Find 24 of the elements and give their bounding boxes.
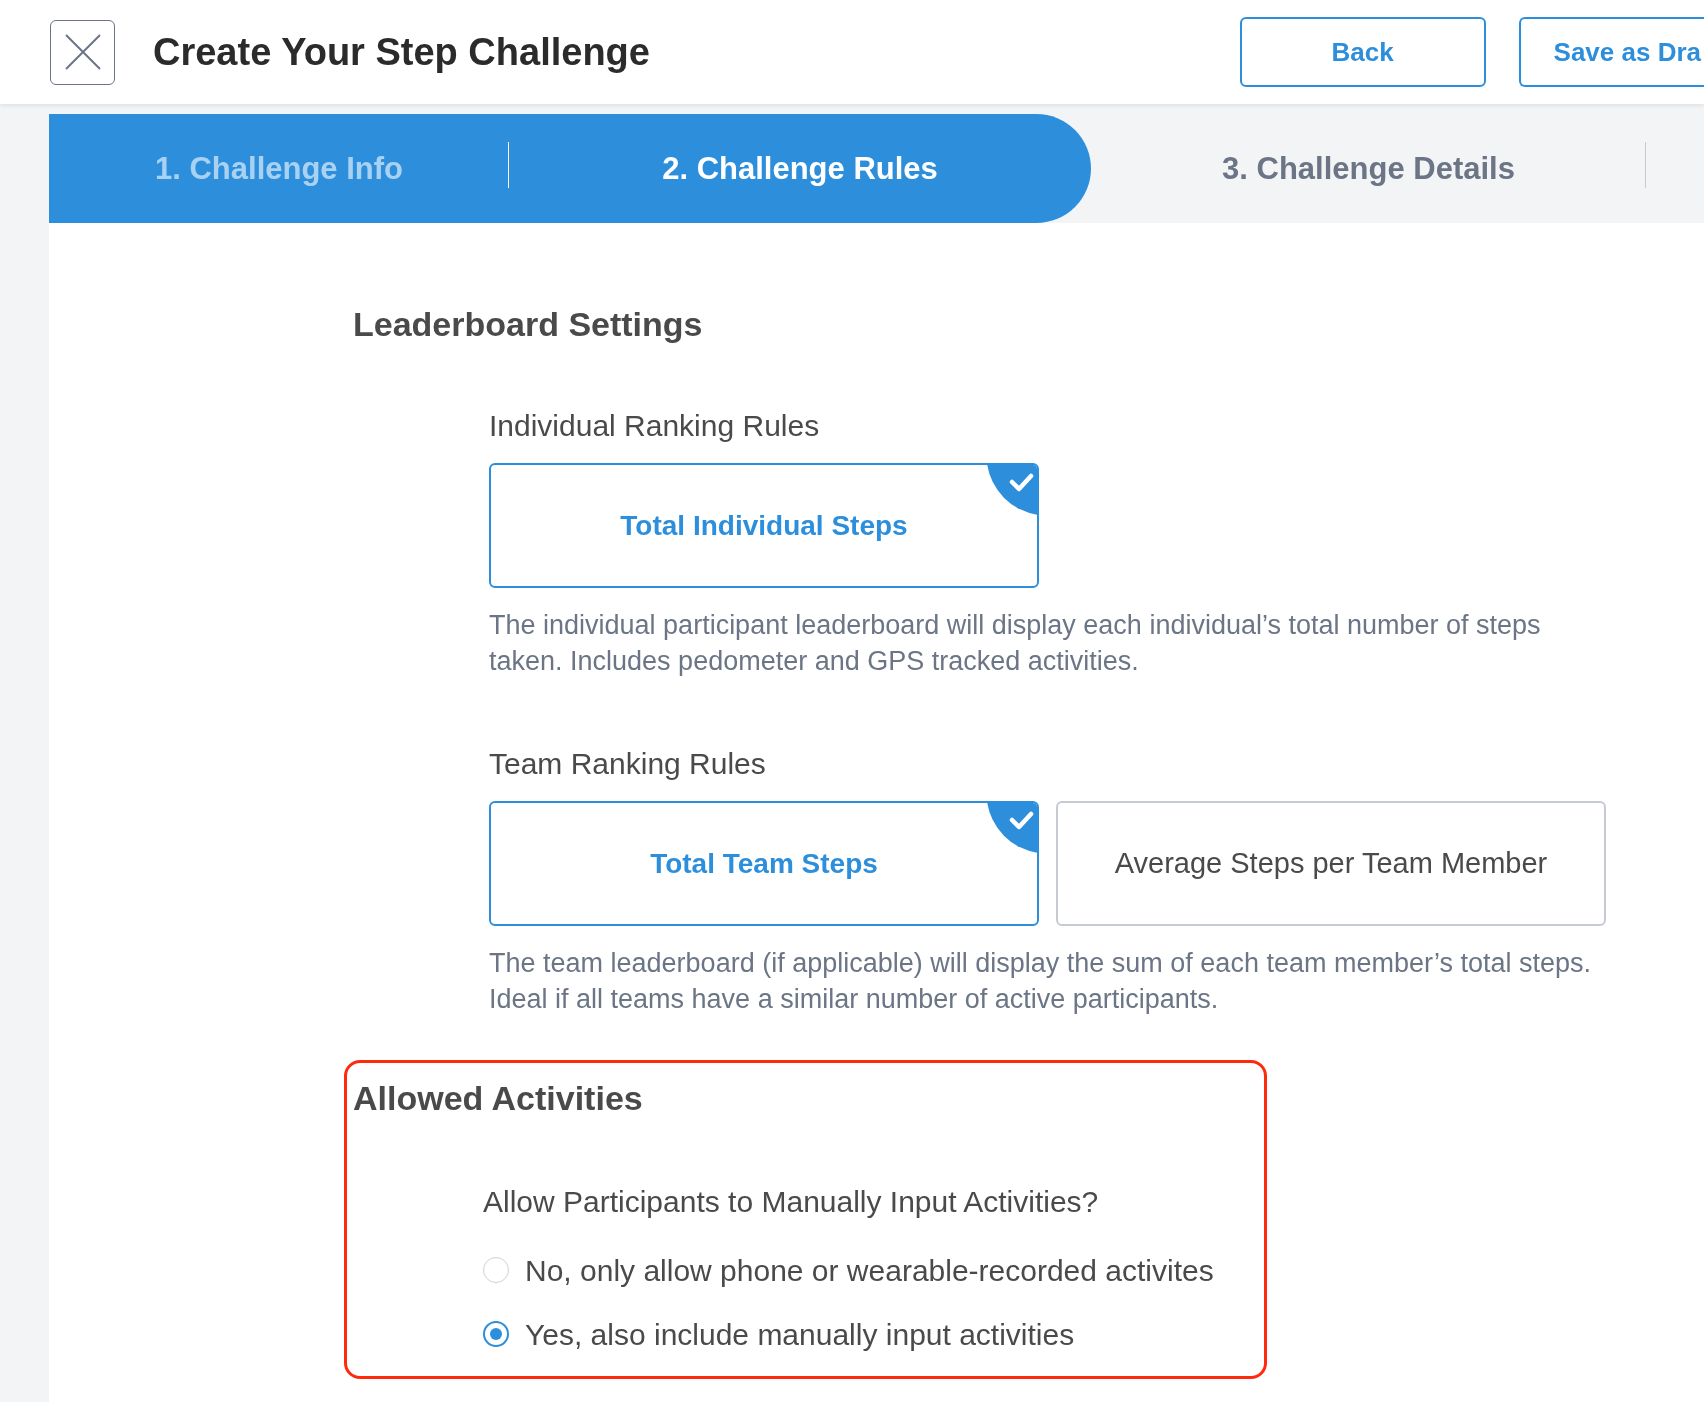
radio-label[interactable]: Yes, also include manually input activities — [525, 1316, 1075, 1352]
page-title: Create Your Step Challenge — [153, 30, 651, 74]
option-card[interactable]: Total Individual Steps — [489, 463, 1039, 588]
question-label: Allow Participants to Manually Input Activities? — [483, 1184, 1100, 1219]
back-button[interactable]: Back — [1239, 17, 1486, 87]
section-heading: Allowed Activities — [353, 1078, 644, 1119]
group-label: Team Ranking Rules — [489, 746, 767, 781]
close-icon — [64, 34, 101, 70]
rule-description: The team leaderboard (if applicable) will display the sum of each team member’s total steps. Ideal if all teams have a similar number of active participants. — [489, 947, 1593, 1016]
save-draft-button[interactable]: Save as Dra — [1518, 17, 1704, 87]
check-icon — [987, 465, 1037, 515]
group-label: Individual Ranking Rules — [489, 408, 821, 443]
check-icon — [987, 803, 1037, 853]
option-card[interactable]: Average Steps per Team Member — [1056, 801, 1606, 926]
close-button[interactable] — [50, 19, 115, 85]
radio-label[interactable]: No, only allow phone or wearable-recorded activites — [525, 1252, 1214, 1288]
rule-description: The individual participant leaderboard will display each individual’s total number of steps taken. Includes pedometer and GPS tracked activities. — [489, 609, 1542, 678]
step-tab[interactable]: 3. Challenge Details — [1091, 114, 1646, 223]
step-tab[interactable]: 2. Challenge Rules — [509, 114, 1091, 223]
section-heading: Leaderboard Settings — [353, 304, 704, 345]
option-card[interactable]: Total Team Steps — [489, 801, 1039, 926]
step-tab[interactable]: 1. Challenge Info — [49, 114, 509, 223]
radio-button[interactable] — [483, 1257, 509, 1283]
radio-button[interactable] — [483, 1321, 509, 1347]
